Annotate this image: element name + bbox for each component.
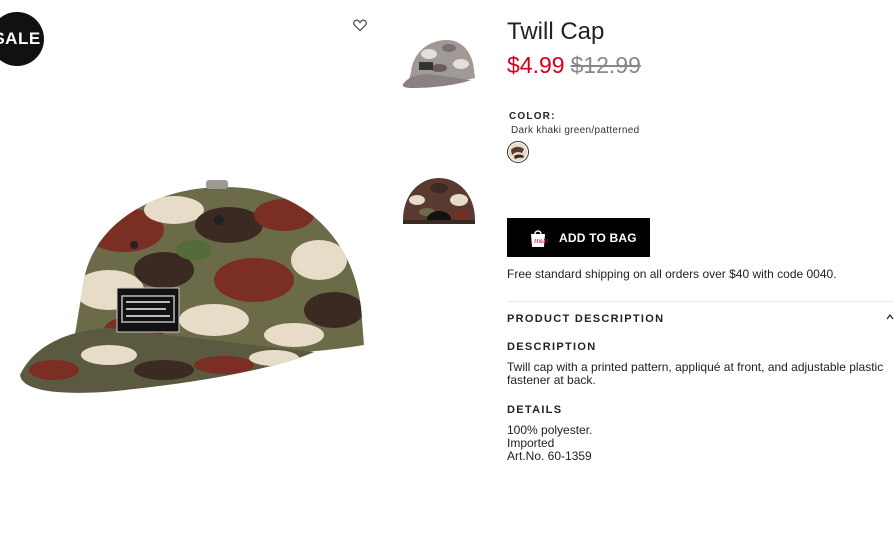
product-main-image — [20, 180, 364, 393]
price-row: $4.99 $12.99 — [507, 52, 641, 79]
details-heading: DETAILS — [507, 404, 563, 416]
divider — [507, 301, 894, 302]
product-description-heading[interactable]: PRODUCT DESCRIPTION — [507, 313, 664, 325]
product-title: Twill Cap — [507, 18, 605, 45]
thumbnail-back[interactable] — [399, 170, 479, 230]
shipping-note: Free standard shipping on all orders ove… — [507, 267, 837, 281]
add-to-bag-button[interactable]: H&M ADD TO BAG — [507, 218, 650, 257]
original-price: $12.99 — [570, 52, 641, 78]
add-to-bag-label: ADD TO BAG — [559, 230, 637, 245]
heart-outline-icon[interactable] — [352, 17, 368, 33]
sale-price: $4.99 — [507, 52, 565, 78]
details-list: 100% polyester. Imported Art.No. 60-1359 — [507, 424, 592, 463]
description-text: Twill cap with a printed pattern, appliq… — [507, 360, 884, 387]
color-value: Dark khaki green/patterned — [511, 125, 640, 136]
shopping-bag-icon: H&M — [531, 229, 549, 247]
details-item: Art.No. 60-1359 — [507, 449, 592, 463]
color-label: COLOR: — [509, 111, 556, 122]
thumbnail-front[interactable] — [399, 34, 479, 90]
chevron-up-icon[interactable] — [886, 313, 894, 321]
svg-text:H&M: H&M — [533, 239, 549, 245]
description-heading: DESCRIPTION — [507, 341, 597, 353]
sale-badge: SALE — [0, 12, 44, 66]
color-swatch-camo[interactable] — [507, 141, 529, 163]
swatch-pattern — [509, 143, 527, 161]
